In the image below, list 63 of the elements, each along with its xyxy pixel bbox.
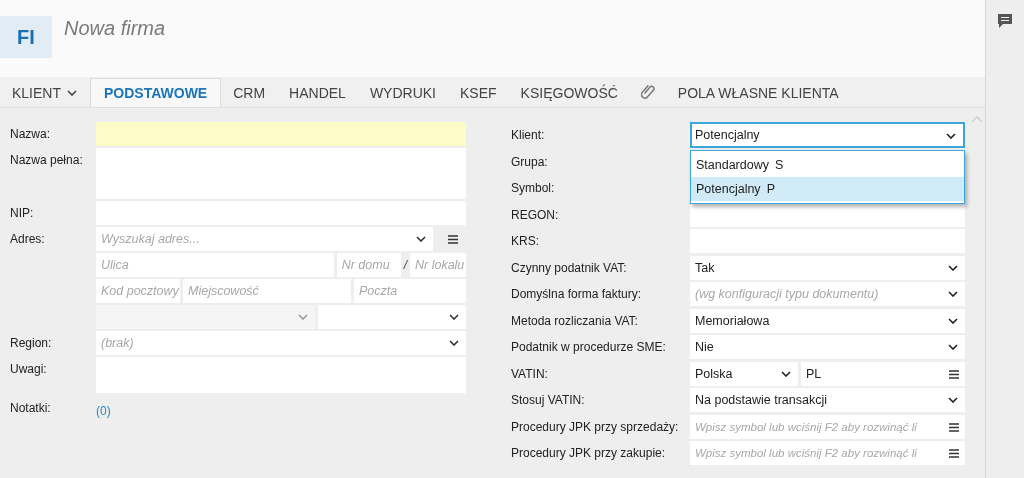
- menu-tab[interactable]: KLIENT: [0, 78, 90, 107]
- field-label: Nazwa:: [10, 126, 51, 143]
- field-label: Procedury JPK przy zakupie:: [511, 445, 667, 462]
- select-field[interactable]: Na podstawie transakcji: [690, 388, 965, 412]
- field-label: Podatnik w procedurze SME:: [511, 339, 667, 356]
- chevron-icon: [948, 317, 958, 324]
- field-label: Grupa:: [511, 153, 549, 171]
- field-label: NIP:: [10, 205, 35, 222]
- field-label: Notatki:: [10, 400, 52, 417]
- field-label: Adres:: [10, 231, 46, 248]
- chevron-icon: [416, 236, 426, 242]
- field-label: VATIN:: [511, 365, 549, 383]
- tab[interactable]: HANDEL: [277, 78, 358, 107]
- menu-icon[interactable]: [949, 369, 959, 379]
- menu-icon[interactable]: [949, 422, 959, 432]
- chevron-icon: [948, 397, 958, 403]
- menu-icon[interactable]: [949, 449, 959, 458]
- notes-count-link[interactable]: (0): [96, 404, 111, 418]
- chevron-icon: [449, 340, 459, 346]
- field-label: Klient:: [511, 127, 546, 144]
- field-label: Region:: [10, 335, 53, 352]
- chevron-icon: [67, 90, 77, 96]
- chevron-icon: [946, 133, 956, 139]
- field-label: Nazwa pełna:: [10, 152, 84, 169]
- vatin-field[interactable]: PL: [801, 361, 965, 386]
- separator-text: /: [403, 258, 407, 272]
- field-label: Stosuj VATIN:: [511, 392, 586, 409]
- avatar: FI: [0, 16, 52, 58]
- tab[interactable]: POLA WŁASNE KLIENTA: [665, 78, 851, 107]
- tab[interactable]: KSEF: [448, 78, 509, 107]
- field-label: Symbol:: [511, 180, 556, 197]
- scroll-up-icon[interactable]: [971, 116, 983, 123]
- tab[interactable]: PODSTAWOWE: [90, 78, 222, 107]
- select-field[interactable]: Nie: [690, 335, 965, 359]
- comment-icon[interactable]: [997, 13, 1013, 29]
- tab[interactable]: CRM: [221, 78, 278, 107]
- field-label: Domyślna forma faktury:: [511, 286, 643, 303]
- chevron-icon: [948, 291, 958, 297]
- country-select[interactable]: Polska: [690, 361, 798, 386]
- dropdown-option[interactable]: Potencjalny P: [691, 177, 964, 201]
- dropdown-option[interactable]: Standardowy S: [691, 153, 964, 177]
- tab[interactable]: KSIĘGOWOŚĆ: [508, 78, 630, 107]
- chevron-icon: [948, 344, 958, 350]
- field-label: Procedury JPK przy sprzedaży:: [511, 418, 680, 436]
- select-field[interactable]: [318, 305, 466, 329]
- text-field[interactable]: [690, 202, 965, 227]
- chevron-icon: [948, 264, 958, 271]
- menu-icon[interactable]: [448, 234, 458, 244]
- field-label: KRS:: [511, 233, 540, 250]
- select-field[interactable]: Potencjalny: [690, 122, 965, 148]
- field-label: Czynny podatnik VAT:: [511, 259, 628, 277]
- field-label: REGON:: [511, 206, 560, 224]
- page-title: Nowa firma: [64, 17, 166, 40]
- select-field[interactable]: Memoriałowa: [690, 308, 965, 333]
- chevron-icon: [449, 314, 459, 320]
- tab[interactable]: WYDRUKI: [357, 78, 448, 107]
- chevron-icon: [781, 370, 791, 377]
- field-label: Metoda rozliczania VAT:: [511, 312, 639, 330]
- select-field[interactable]: Tak: [690, 255, 965, 280]
- field-label: Uwagi:: [10, 361, 48, 378]
- chevron-icon: [298, 314, 308, 320]
- name-field[interactable]: [96, 122, 466, 146]
- paperclip-icon: [640, 84, 655, 102]
